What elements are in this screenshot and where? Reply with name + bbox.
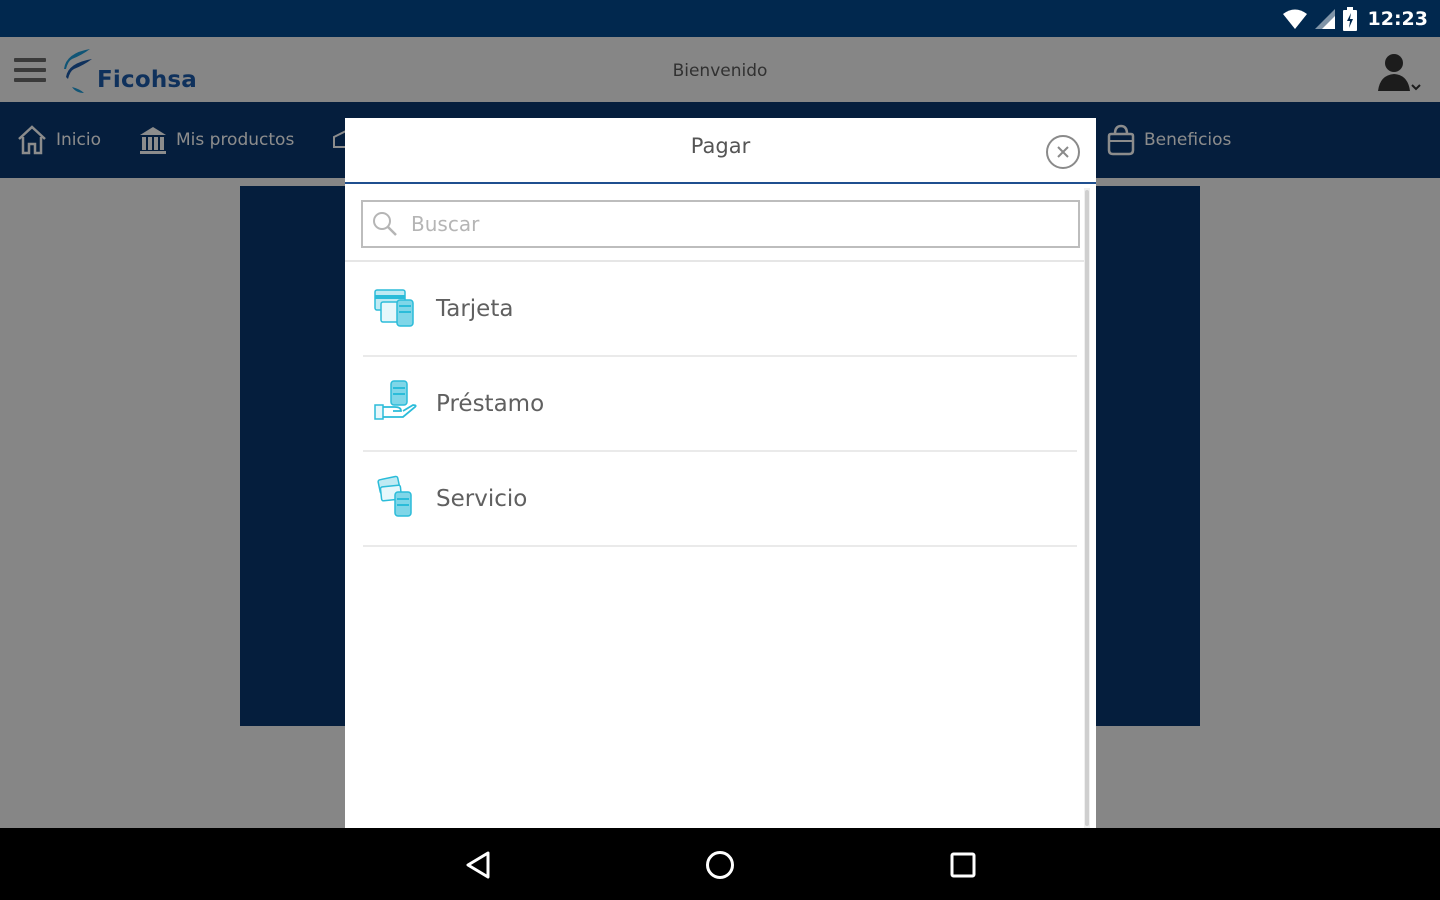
- search-field[interactable]: [361, 200, 1080, 248]
- status-icons: 12:23: [1282, 6, 1428, 32]
- scrollbar-thumb[interactable]: [1085, 190, 1089, 826]
- list-item-label-servicio: Servicio: [436, 486, 528, 512]
- dialog-header: Pagar: [345, 118, 1096, 184]
- search-input[interactable]: [411, 208, 1061, 240]
- back-triangle-icon: [466, 851, 490, 879]
- list-item-servicio[interactable]: Servicio: [363, 452, 1077, 547]
- home-button[interactable]: [703, 848, 737, 882]
- list-item-label-tarjeta: Tarjeta: [436, 296, 514, 322]
- signal-icon: [1314, 9, 1335, 29]
- list-item-label-prestamo: Préstamo: [436, 391, 545, 417]
- service-icon: [377, 475, 412, 517]
- dialog-title: Pagar: [690, 134, 751, 158]
- wifi-icon: [1282, 9, 1307, 29]
- close-button[interactable]: [1046, 135, 1080, 169]
- recent-square-icon: [950, 852, 976, 878]
- list-item-prestamo[interactable]: Préstamo: [363, 357, 1077, 452]
- close-icon: [1057, 146, 1069, 158]
- back-button[interactable]: [461, 848, 495, 882]
- system-nav-bar: [0, 828, 1440, 900]
- recent-apps-button[interactable]: [946, 848, 980, 882]
- payment-type-list: Tarjeta Préstamo Servicio: [363, 262, 1077, 547]
- card-icon: [374, 289, 414, 327]
- status-bar: 12:23: [0, 0, 1440, 37]
- list-item-tarjeta[interactable]: Tarjeta: [363, 262, 1077, 357]
- battery-icon: [1342, 7, 1357, 31]
- status-time: 12:23: [1367, 8, 1428, 30]
- loan-icon: [374, 380, 417, 420]
- home-circle-icon: [706, 851, 734, 879]
- pay-dialog: Pagar Tarjeta: [345, 118, 1096, 828]
- search-icon: [373, 212, 397, 236]
